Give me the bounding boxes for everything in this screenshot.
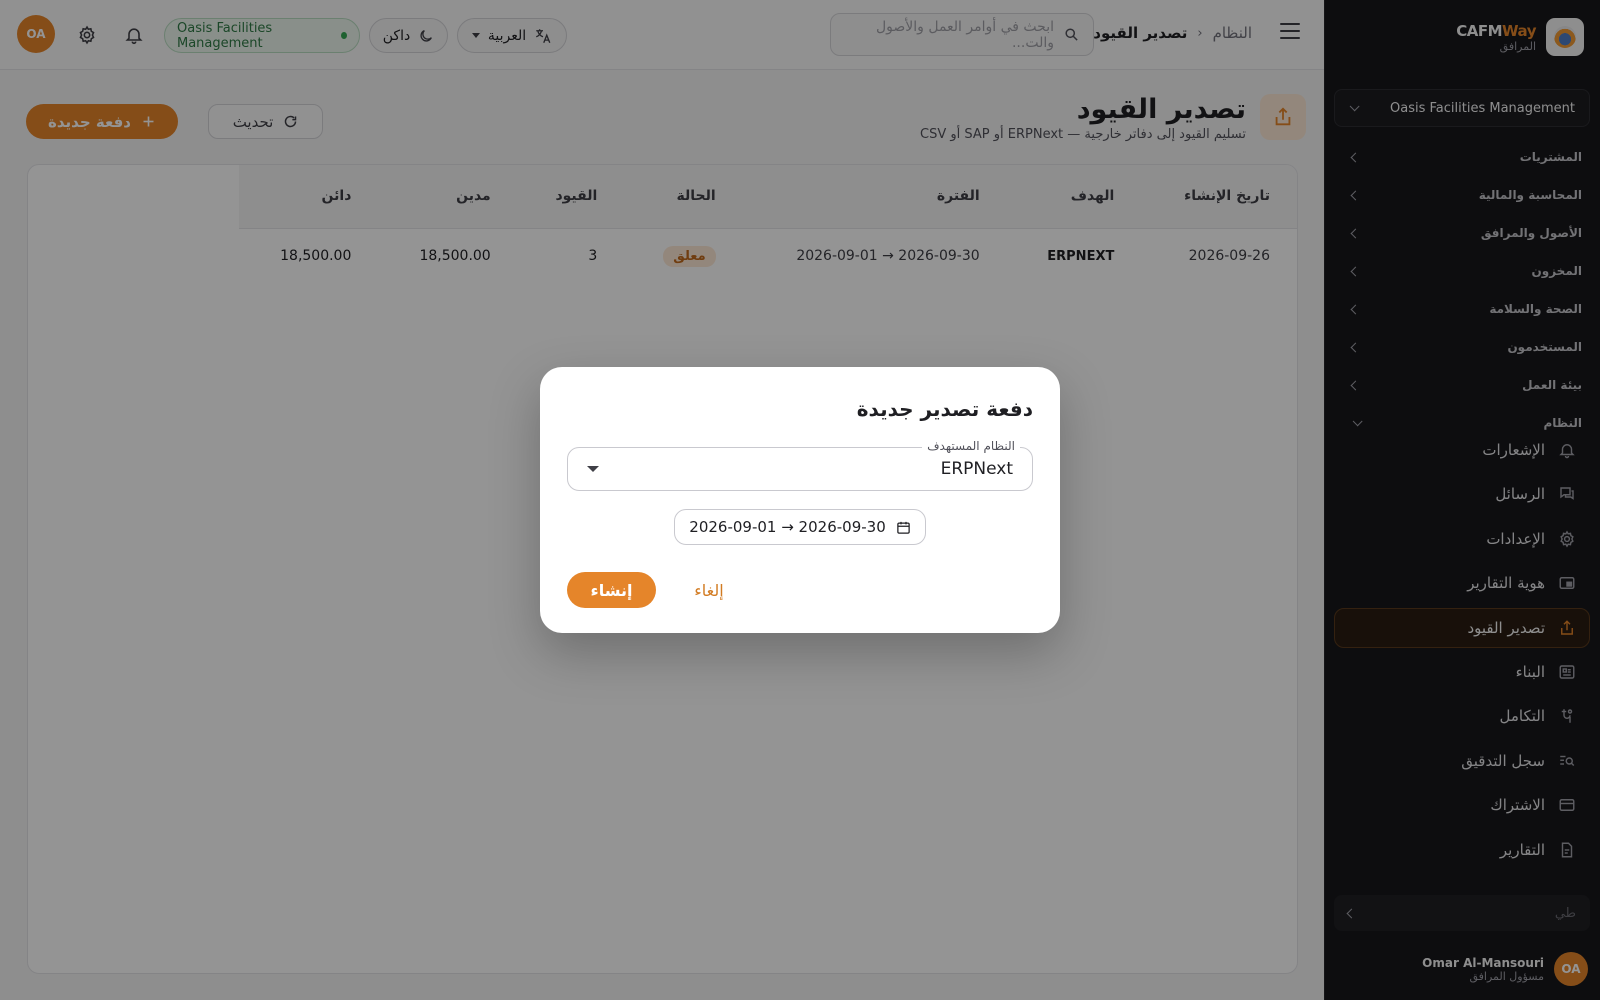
create-button[interactable]: إنشاء xyxy=(567,572,656,608)
calendar-icon xyxy=(896,521,910,534)
date-range-picker[interactable]: 2026-09-01 → 2026-09-30 xyxy=(674,509,926,545)
target-system-value: ERPNext xyxy=(940,459,1013,479)
cancel-button[interactable]: إلغاء xyxy=(676,572,742,608)
dialog-title: دفعة تصدير جديدة xyxy=(856,397,1033,421)
target-system-select[interactable]: النظام المستهدف ERPNext xyxy=(567,439,1033,491)
date-range-value: 2026-09-01 → 2026-09-30 xyxy=(689,518,886,536)
caret-down-icon xyxy=(587,466,599,472)
new-export-batch-dialog: دفعة تصدير جديدة النظام المستهدف ERPNext… xyxy=(540,367,1060,633)
target-system-label: النظام المستهدف xyxy=(922,439,1020,453)
